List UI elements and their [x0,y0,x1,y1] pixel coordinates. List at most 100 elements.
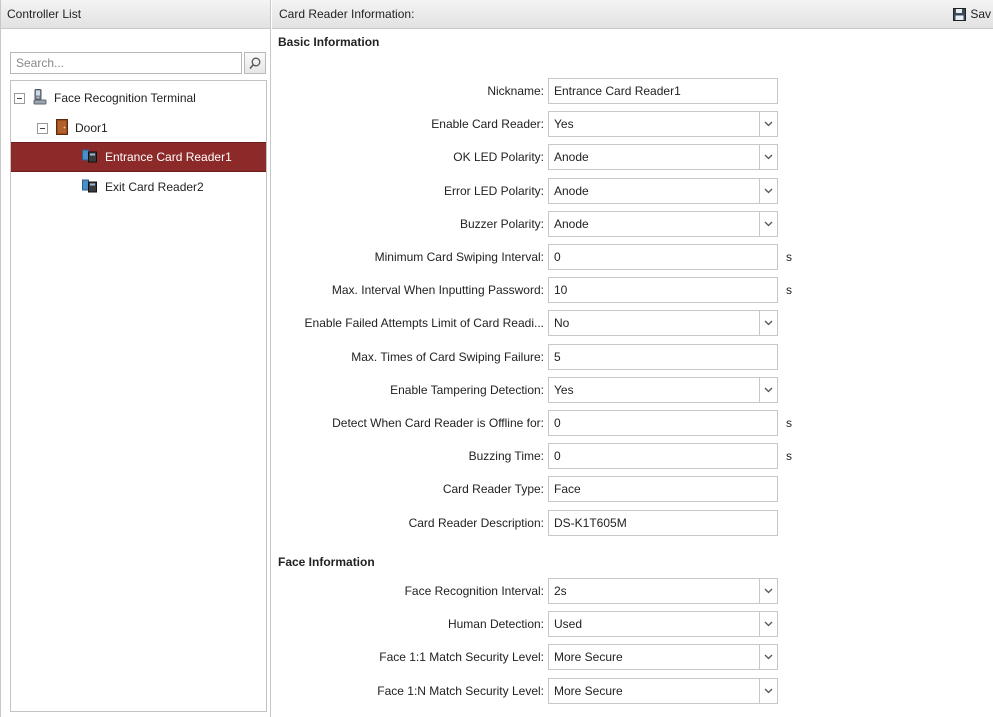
field-label: Error LED Polarity: [443,183,544,198]
field-label: Buzzing Time: [468,449,544,464]
unit-label: s [786,250,792,264]
tree-node-label: Face Recognition Terminal [54,91,196,105]
search-input[interactable] [10,52,242,74]
field-label: Face Recognition Interval: [404,584,544,598]
chevron-down-icon[interactable] [759,311,777,336]
field-row-card-reader-description: Card Reader Description: DS-K1T605M [272,509,993,536]
chevron-down-icon[interactable] [759,211,777,236]
field-label: Human Detection: [447,617,544,632]
save-icon [953,8,967,21]
field-value: Anode [554,150,589,165]
input-minimum-card-swiping-interval[interactable]: 0 [548,244,778,270]
save-label: Sav [970,7,991,21]
search-bar [10,52,267,77]
chevron-down-icon[interactable] [759,178,777,203]
field-row-ok-led-polarity: OK LED Polarity: Anode [272,144,993,171]
dropdown-error-led-polarity[interactable]: Anode [548,177,778,204]
chevron-down-icon[interactable] [759,678,777,703]
chevron-down-icon[interactable] [759,145,777,170]
dropdown-face-recognition-interval[interactable]: 2s [548,578,778,604]
field-value: Entrance Card Reader1 [554,84,681,98]
tree-node-card-reader-2[interactable]: Exit Card Reader2 [11,172,266,202]
field-label: Enable Failed Attempts Limit of Card Rea… [304,316,544,331]
tree-node-card-reader-1[interactable]: Entrance Card Reader1 [11,142,266,172]
card-reader-icon [82,149,98,166]
field-row-enable-tampering-detection: Enable Tampering Detection: Yes [272,376,993,403]
card-reader-info-header: Card Reader Information: Sav [272,0,993,29]
dropdown-face-1-1-match-security-level[interactable]: More Secure [548,644,778,671]
field-value: 5 [554,349,561,364]
field-row-enable-failed-attempts-limit-of-card-readi: Enable Failed Attempts Limit of Card Rea… [272,310,993,337]
field-row-face-1-n-match-security-level: Face 1:N Match Security Level: More Secur… [272,677,993,704]
chevron-down-icon[interactable] [759,612,777,637]
chevron-down-icon[interactable] [759,579,777,603]
collapse-toggle[interactable] [37,122,48,134]
field-row-face-recognition-interval: Face Recognition Interval: 2s [272,578,993,604]
field-label: Buzzer Polarity: [459,216,544,231]
input-nickname[interactable]: Entrance Card Reader1 [548,78,778,104]
card-reader-info-title: Card Reader Information: [279,7,415,21]
chevron-down-icon[interactable] [759,377,777,402]
controller-list-title: Controller List [7,7,82,21]
field-label: OK LED Polarity: [453,150,544,165]
field-row-nickname: Nickname: Entrance Card Reader1 [272,78,993,104]
field-value: No [554,316,570,331]
field-label: Nickname: [487,84,544,98]
tree-node-device[interactable]: Face Recognition Terminal [11,83,266,113]
search-icon [249,57,261,69]
field-value: Used [554,617,583,632]
collapse-toggle[interactable] [14,92,25,104]
field-value: DS-K1T605M [554,515,627,530]
field-row-error-led-polarity: Error LED Polarity: Anode [272,177,993,204]
chevron-down-icon[interactable] [759,645,777,670]
card-reader-information-panel: Card Reader Information: Sav Basic Infor… [272,0,993,717]
field-value: 0 [554,250,561,264]
field-label: Card Reader Description: [408,515,544,530]
field-value: Yes [554,382,574,397]
field-value: More Secure [554,683,623,698]
field-value: 10 [554,283,568,298]
controller-tree: Face Recognition Terminal Door1 Entrance… [10,80,267,712]
field-label: Max. Times of Card Swiping Failure: [351,349,544,364]
field-value: 0 [554,416,561,430]
controller-list-header: Controller List [1,0,270,29]
tree-node-label: Door1 [75,121,108,135]
field-row-buzzer-polarity: Buzzer Polarity: Anode [272,210,993,237]
field-value: 2s [554,584,567,598]
dropdown-enable-failed-attempts-limit-of-card-readi[interactable]: No [548,310,778,337]
input-max-interval-when-inputting-password[interactable]: 10 [548,277,778,304]
field-value: Anode [554,216,589,231]
field-row-enable-card-reader: Enable Card Reader: Yes [272,111,993,138]
card-reader-icon [82,179,98,196]
input-buzzing-time[interactable]: 0 [548,443,778,470]
door-icon [56,118,68,138]
tree-node-door[interactable]: Door1 [11,113,266,143]
field-row-max-interval-when-inputting-password: Max. Interval When Inputting Password: 10… [272,277,993,304]
field-label: Face 1:N Match Security Level: [377,683,544,698]
dropdown-enable-card-reader[interactable]: Yes [548,111,778,138]
field-value: Anode [554,183,589,198]
field-value: 0 [554,449,561,464]
dropdown-buzzer-polarity[interactable]: Anode [548,210,778,237]
field-row-human-detection: Human Detection: Used [272,611,993,638]
dropdown-human-detection[interactable]: Used [548,611,778,638]
dropdown-enable-tampering-detection[interactable]: Yes [548,376,778,403]
unit-label: s [786,416,792,430]
dropdown-ok-led-polarity[interactable]: Anode [548,144,778,171]
input-max-times-of-card-swiping-failure[interactable]: 5 [548,343,778,370]
basic-information-heading: Basic Information [278,35,380,49]
field-row-max-times-of-card-swiping-failure: Max. Times of Card Swiping Failure: 5 [272,343,993,370]
tree-node-label: Exit Card Reader2 [105,180,204,194]
field-label: Enable Tampering Detection: [390,382,544,397]
face-information-heading: Face Information [278,555,375,569]
search-button[interactable] [244,52,266,74]
input-card-reader-type: Face [548,476,778,503]
input-detect-when-card-reader-is-offline-for[interactable]: 0 [548,410,778,436]
field-label: Card Reader Type: [442,482,544,497]
field-label: Detect When Card Reader is Offline for: [332,416,544,430]
chevron-down-icon[interactable] [759,112,777,137]
save-button[interactable]: Sav [953,0,993,29]
field-row-minimum-card-swiping-interval: Minimum Card Swiping Interval: 0 s [272,244,993,270]
dropdown-face-1-n-match-security-level[interactable]: More Secure [548,677,778,704]
field-row-face-1-1-match-security-level: Face 1:1 Match Security Level: More Secur… [272,644,993,671]
